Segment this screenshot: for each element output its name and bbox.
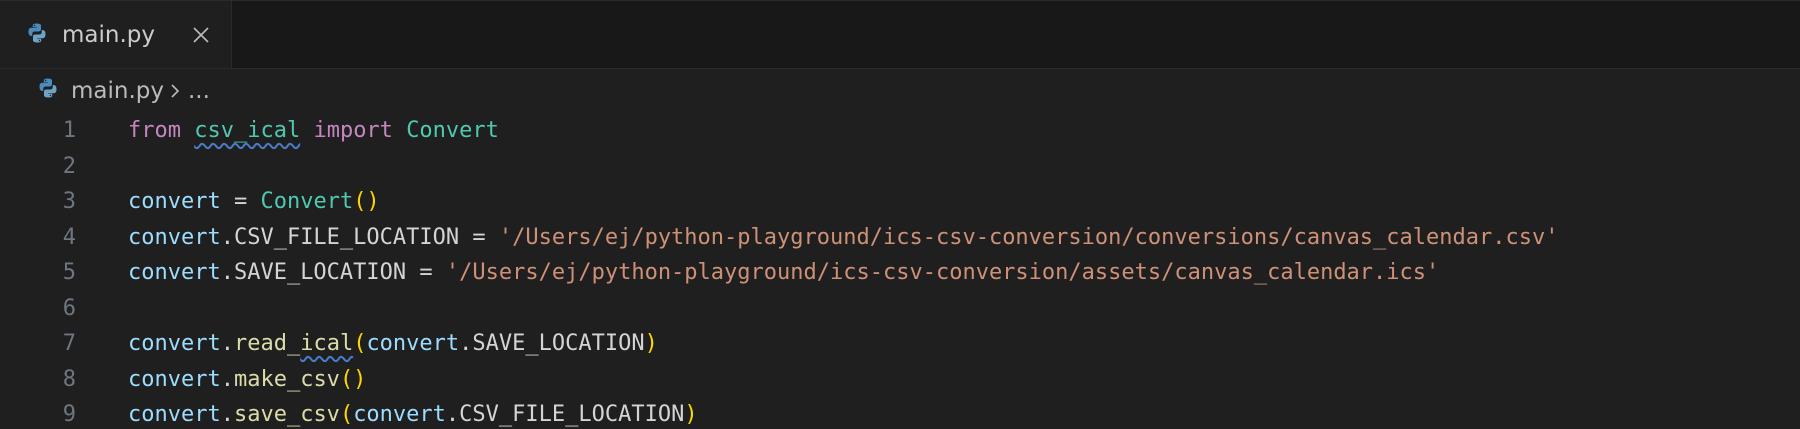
code-token: convert xyxy=(128,260,221,286)
code-token: convert xyxy=(128,189,221,215)
code-token: convert xyxy=(128,331,221,357)
code-token: convert xyxy=(128,366,221,392)
code-token: ) xyxy=(644,331,658,357)
code-line[interactable]: 5 convert.SAVE_LOCATION = '/Users/ej/pyth… xyxy=(0,255,1800,291)
breadcrumb-ellipsis[interactable]: ... xyxy=(188,78,210,104)
code-token: ( xyxy=(353,331,367,357)
line-number: 2 xyxy=(62,153,76,179)
line-number: 3 xyxy=(62,189,76,215)
line-number: 8 xyxy=(62,366,76,392)
line-number: 7 xyxy=(62,331,76,357)
breadcrumb-file[interactable]: main.py xyxy=(71,78,164,104)
code-token-warning: csv_ical xyxy=(194,118,301,144)
code-token: . xyxy=(220,402,234,428)
line-number: 9 xyxy=(62,402,76,428)
code-token: save_csv xyxy=(233,402,340,428)
chevron-right-icon xyxy=(168,81,182,101)
code-token: .SAVE_LOCATION xyxy=(459,331,645,357)
code-token: convert xyxy=(366,331,460,357)
close-icon[interactable] xyxy=(189,23,213,47)
code-token: = xyxy=(220,189,261,215)
code-line[interactable]: 8 convert.make_csv() xyxy=(0,362,1800,398)
code-token: '/Users/ej/python-playground/ics-csv-con… xyxy=(445,260,1440,286)
code-token: () xyxy=(353,189,380,215)
code-editor[interactable]: 1 from csv_ical import Convert 2 3 convert =… xyxy=(0,113,1800,429)
code-token: make_csv xyxy=(233,366,340,392)
line-number: 1 xyxy=(62,118,76,144)
python-file-icon xyxy=(37,77,59,105)
code-text: convert.CSV_FILE_LOCATION = '/Users/ej/p… xyxy=(128,225,1558,250)
code-text: convert = Convert() xyxy=(128,189,380,214)
code-token: Convert xyxy=(260,189,354,215)
line-number: 5 xyxy=(62,260,76,286)
code-line[interactable]: 4 convert.CSV_FILE_LOCATION = '/Users/ej/… xyxy=(0,220,1800,256)
code-token: convert xyxy=(128,402,221,428)
code-token-warning: ical xyxy=(300,331,354,357)
tab-main-py[interactable]: main.py xyxy=(0,1,232,68)
code-token: Convert xyxy=(406,118,499,144)
code-text: from csv_ical import Convert xyxy=(128,118,499,143)
code-token: read_ xyxy=(233,331,301,357)
line-number: 4 xyxy=(62,224,76,250)
breadcrumb: main.py ... xyxy=(0,69,1800,113)
code-text: convert.make_csv() xyxy=(128,367,366,392)
code-text: convert.read_ical(convert.SAVE_LOCATION) xyxy=(128,331,658,356)
code-line[interactable]: 9 convert.save_csv(convert.CSV_FILE_LOCAT… xyxy=(0,397,1800,429)
code-token: convert xyxy=(353,402,446,428)
code-token: import xyxy=(313,118,393,144)
code-token: .CSV_FILE_LOCATION = xyxy=(220,224,499,250)
code-line[interactable]: 3 convert = Convert() xyxy=(0,184,1800,220)
code-token: . xyxy=(220,331,234,357)
code-line[interactable]: 6 xyxy=(0,291,1800,327)
code-text: convert.SAVE_LOCATION = '/Users/ej/pytho… xyxy=(128,260,1439,285)
code-token: .CSV_FILE_LOCATION xyxy=(445,402,685,428)
python-file-icon xyxy=(26,22,48,48)
code-line[interactable]: 1 from csv_ical import Convert xyxy=(0,113,1800,149)
code-line[interactable]: 2 xyxy=(0,149,1800,185)
code-token: ) xyxy=(684,402,698,428)
code-token: '/Users/ej/python-playground/ics-csv-con… xyxy=(498,224,1559,250)
code-token: .SAVE_LOCATION = xyxy=(220,260,446,286)
editor-tab-bar: main.py xyxy=(0,0,1800,69)
code-token: from xyxy=(128,118,181,144)
code-token: . xyxy=(220,366,234,392)
line-number: 6 xyxy=(62,295,76,321)
tab-label: main.py xyxy=(62,21,155,48)
code-token: ( xyxy=(339,402,354,428)
code-token: convert xyxy=(128,224,221,250)
code-token: () xyxy=(339,366,367,392)
code-line[interactable]: 7 convert.read_ical(convert.SAVE_LOCATION… xyxy=(0,326,1800,362)
code-text: convert.save_csv(convert.CSV_FILE_LOCATI… xyxy=(128,402,698,427)
